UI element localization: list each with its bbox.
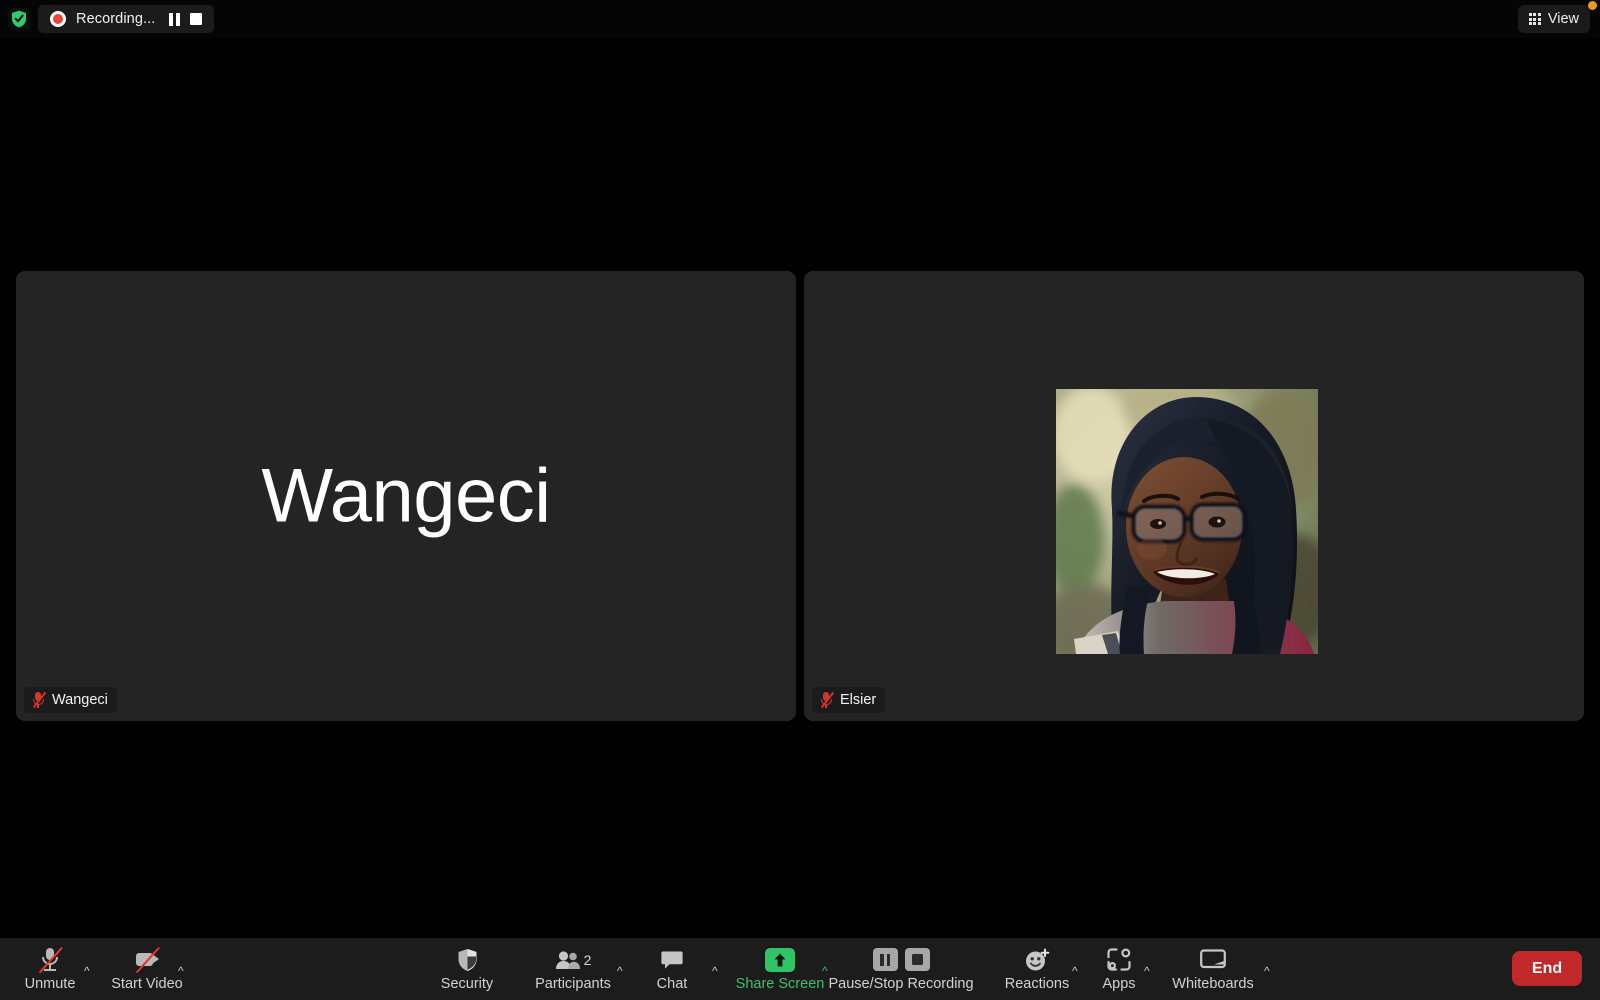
meeting-toolbar: Unmute ^ Start Video ^ Security 2 Partic… (0, 938, 1600, 1000)
mic-muted-icon (31, 691, 47, 709)
participants-caret-icon[interactable]: ^ (617, 965, 623, 977)
mic-muted-icon (35, 946, 65, 974)
shield-check-glyph (12, 10, 26, 28)
name-tag-label: Elsier (840, 692, 877, 708)
toolbar-unmute-button[interactable]: Unmute (18, 938, 82, 1000)
zoom-meeting-window: Recording... View Wangeci Wangeci Elsier… (0, 0, 1600, 1000)
record-dot-icon (50, 11, 66, 27)
meeting-top-bar: Recording... View (0, 0, 1600, 38)
toolbar-pause-stop-recording-label: Pause/Stop Recording (828, 975, 974, 992)
video-off-icon (132, 946, 162, 974)
video-stage: Wangeci Wangeci Elsier (0, 38, 1600, 938)
people-icon (555, 950, 580, 969)
toolbar-chat-button[interactable]: Chat (645, 938, 699, 1000)
apps-caret-icon[interactable]: ^ (1144, 965, 1150, 977)
toolbar-reactions-button[interactable]: Reactions (996, 938, 1078, 1000)
stop-icon[interactable] (190, 13, 203, 25)
whiteboard-icon (1200, 948, 1226, 968)
whiteboards-caret-icon[interactable]: ^ (1264, 965, 1270, 977)
name-tag: Elsier (812, 687, 886, 713)
participant-tile-elsier[interactable]: Elsier (804, 271, 1584, 721)
toolbar-pause-stop-recording-button[interactable]: Pause/Stop Recording (812, 938, 990, 1000)
view-button-label: View (1547, 11, 1579, 27)
toolbar-security-label: Security (440, 975, 494, 992)
participant-tile-wangeci[interactable]: Wangeci Wangeci (16, 271, 796, 721)
name-tag: Wangeci (24, 687, 117, 713)
pause-recording-icon[interactable] (872, 948, 898, 971)
toolbar-participants-label: Participants (535, 975, 611, 992)
toolbar-apps-label: Apps (1102, 975, 1136, 992)
view-button[interactable]: View (1517, 5, 1590, 33)
toolbar-start-video-label: Start Video (111, 975, 183, 992)
name-tag-label: Wangeci (52, 692, 108, 708)
shield-check-icon[interactable] (8, 8, 30, 30)
recording-label: Recording... (76, 11, 156, 27)
toolbar-apps-button[interactable]: Apps (1090, 938, 1148, 1000)
up-arrow-glyph (774, 953, 786, 966)
toolbar-participants-button[interactable]: 2 Participants (525, 938, 621, 1000)
grid-view-icon (1528, 13, 1541, 25)
stop-recording-icon[interactable] (904, 948, 930, 971)
end-meeting-button[interactable]: End (1512, 951, 1582, 986)
toolbar-chat-label: Chat (656, 975, 688, 992)
share-screen-icon (765, 947, 795, 972)
pause-icon[interactable] (169, 12, 181, 26)
chat-caret-icon[interactable]: ^ (712, 965, 718, 977)
toolbar-unmute-label: Unmute (24, 975, 76, 992)
reactions-caret-icon[interactable]: ^ (1072, 965, 1078, 977)
participant-photo (1056, 389, 1318, 654)
chat-bubble-icon (661, 951, 683, 969)
video-options-caret-icon[interactable]: ^ (178, 965, 184, 977)
toolbar-whiteboards-button[interactable]: Whiteboards (1158, 938, 1268, 1000)
reactions-icon (1026, 948, 1050, 970)
toolbar-security-button[interactable]: Security (432, 938, 502, 1000)
toolbar-whiteboards-label: Whiteboards (1172, 975, 1254, 992)
tile-display-name: Wangeci (261, 453, 551, 539)
mic-muted-icon (819, 691, 835, 709)
toolbar-reactions-label: Reactions (1004, 975, 1070, 992)
notification-dot-icon (1588, 1, 1597, 10)
participants-count: 2 (583, 951, 592, 968)
recording-indicator: Recording... (38, 5, 215, 33)
audio-options-caret-icon[interactable]: ^ (84, 965, 90, 977)
participant-video-feed (1056, 389, 1318, 654)
shield-icon (458, 948, 476, 971)
apps-icon (1107, 948, 1131, 971)
